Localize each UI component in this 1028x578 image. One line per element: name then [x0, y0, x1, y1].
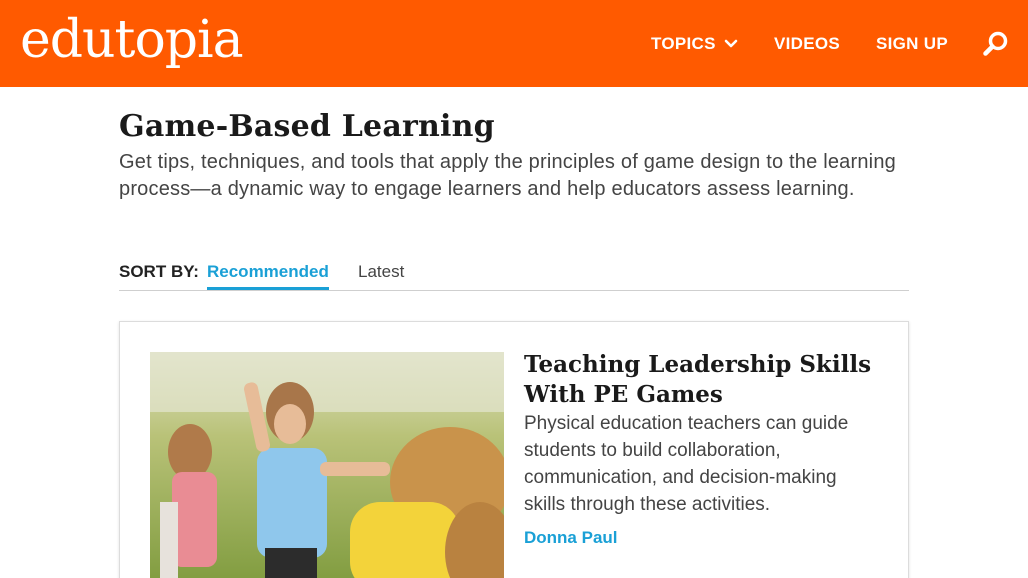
article-description: Physical education teachers can guide st… — [524, 413, 849, 515]
nav-topics-label: TOPICS — [651, 33, 716, 53]
article-author-link[interactable]: Donna Paul — [524, 528, 618, 548]
edutopia-logo[interactable]: edutopia — [20, 10, 244, 70]
article-image[interactable] — [150, 352, 504, 578]
nav-videos[interactable]: VIDEOS — [774, 0, 840, 87]
site-header: edutopia TOPICS VIDEOS SIGN UP — [0, 0, 1028, 87]
article-photo — [150, 352, 504, 578]
sort-option-latest[interactable]: Latest — [358, 262, 404, 282]
chevron-down-icon — [724, 39, 738, 47]
page-title: Game-Based Learning — [119, 109, 495, 144]
search-icon — [983, 31, 1008, 56]
article-card: Teaching Leadership Skills With PE Games… — [119, 321, 909, 578]
sort-option-recommended[interactable]: Recommended — [207, 262, 329, 290]
search-button[interactable] — [982, 30, 1010, 58]
page-description: Get tips, techniques, and tools that app… — [119, 151, 896, 200]
sort-bar: SORT BY: Recommended Latest — [119, 262, 909, 291]
nav-signup[interactable]: SIGN UP — [876, 0, 948, 87]
nav-topics[interactable]: TOPICS — [651, 0, 738, 87]
article-title[interactable]: Teaching Leadership Skills With PE Games — [524, 350, 894, 410]
sort-label: SORT BY: — [119, 262, 199, 281]
